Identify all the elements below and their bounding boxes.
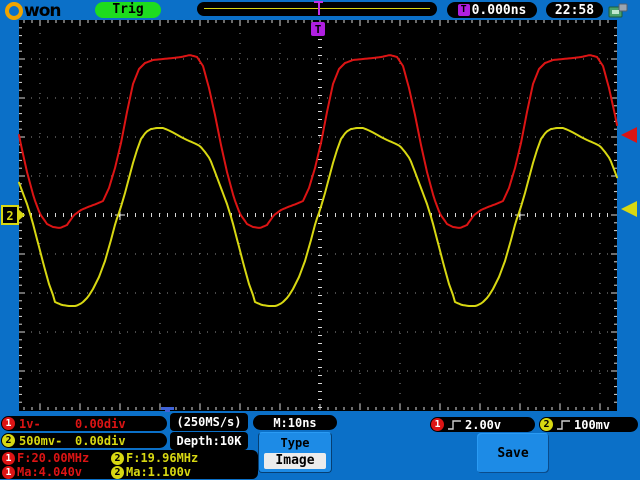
timebase-readout: M:10ns: [253, 415, 337, 430]
sample-rate-readout: (250MS/s): [170, 413, 248, 431]
owon-logo: won: [5, 1, 61, 21]
ch1-volts-per-div: 1v-: [19, 416, 41, 431]
ch2-offset-div: 0.00div: [75, 433, 126, 448]
ch1-badge: 1: [431, 418, 444, 431]
horizontal-position-bar[interactable]: [197, 1, 437, 16]
ch2-badge: 2: [111, 465, 124, 479]
memory-depth-readout: Depth:10K: [170, 432, 248, 450]
trigger-marker-top[interactable]: T: [311, 22, 325, 36]
ch2-badge: 2: [111, 451, 124, 465]
rising-edge-icon: [557, 420, 570, 430]
ch1-trigger-readout: 1 2.00v: [430, 417, 535, 432]
trigger-offset-value: 0.000ns: [471, 2, 527, 18]
max-measurements: 1 Ma:4.040v 2 Ma:1.100v: [0, 465, 258, 479]
save-button[interactable]: Save: [477, 433, 549, 473]
rising-edge-icon: [448, 420, 461, 430]
trigger-position-marker[interactable]: [314, 1, 323, 16]
waveform-display: T 2: [1, 20, 637, 412]
oscilloscope-screen: T 2 won Trig T 0.000ns 22:58 1 1v- 0.00d…: [0, 0, 640, 480]
measurements-panel: 1 F:20.00MHz 2 F:19.96MHz 1 Ma:4.040v 2 …: [0, 450, 258, 479]
type-value-selected[interactable]: Image: [264, 453, 326, 469]
ch1-badge: 1: [2, 451, 15, 465]
type-menu[interactable]: Type Image: [258, 432, 332, 473]
ch1-max: Ma:4.040v: [17, 465, 83, 479]
ch2-badge: 2: [540, 418, 553, 431]
ch2-trigger-level: 100mv: [574, 417, 611, 432]
ch2-trigger-readout: 2 100mv: [539, 417, 638, 432]
ch1-frequency: F:20.00MHz: [17, 451, 90, 465]
trigger-time-marker-bottom[interactable]: [161, 407, 174, 412]
trigger-marker-letter: T: [315, 23, 322, 36]
ch2-scale-readout: 2 500mv- 0.00div: [1, 433, 167, 448]
owon-logo-text: won: [24, 1, 61, 21]
ch1-trigger-level: 2.00v: [465, 417, 502, 432]
trigger-status-badge: Trig: [95, 2, 161, 18]
type-menu-label: Type: [280, 436, 310, 450]
ch2-marker-label: 2: [6, 209, 13, 223]
owon-logo-ring-icon: [5, 2, 23, 20]
ch1-offset-div: 0.00div: [75, 416, 126, 431]
ch2-badge: 2: [2, 434, 15, 447]
ch2-frequency: F:19.96MHz: [126, 451, 199, 465]
ch2-volts-per-div: 500mv-: [19, 433, 63, 448]
ch1-badge: 1: [2, 465, 15, 479]
ch2-max: Ma:1.100v: [126, 465, 192, 479]
ch1-badge: 1: [2, 417, 15, 430]
ch2-trigger-level-marker[interactable]: [621, 201, 637, 217]
clock: 22:58: [546, 2, 603, 18]
trigger-t-icon: T: [457, 4, 470, 16]
ch1-scale-readout: 1 1v- 0.00div: [1, 416, 167, 431]
frequency-measurements: 1 F:20.00MHz 2 F:19.96MHz: [0, 451, 258, 465]
trigger-offset-readout: T 0.000ns: [447, 2, 537, 18]
ch1-trigger-level-marker[interactable]: [621, 127, 637, 143]
usb-storage-icon: [606, 2, 630, 19]
